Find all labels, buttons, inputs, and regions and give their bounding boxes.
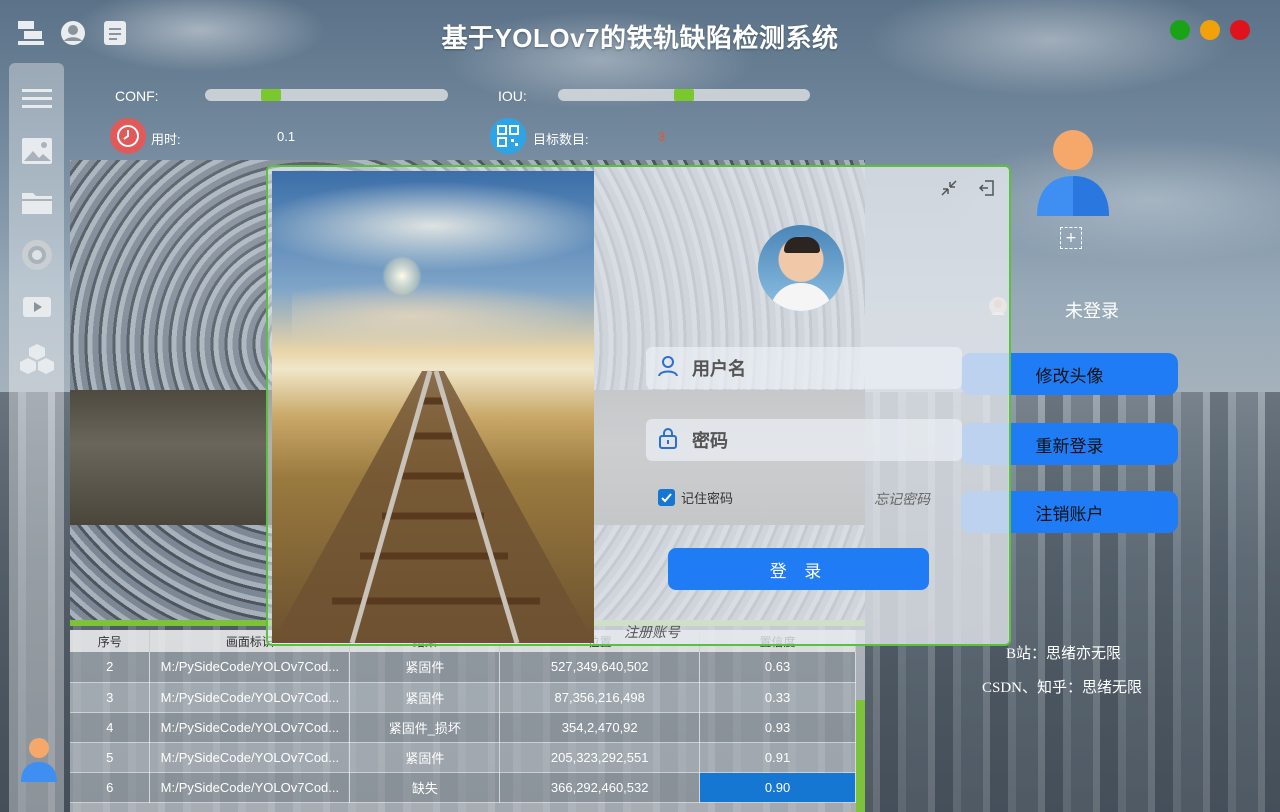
remember-password[interactable]: 记住密码 [658,488,733,507]
table-cell: M:/PySideCode/YOLOv7Cod... [149,712,351,743]
username-field[interactable]: 用户名 [646,347,962,389]
menu-icon[interactable] [9,73,64,125]
table-cell: 205,323,292,551 [499,742,701,773]
username-placeholder: 用户名 [692,359,746,379]
table-cell: 3 [70,682,151,713]
table-cell: 缺失 [349,772,501,803]
qr-code-icon [490,118,526,154]
table-cell-selected: 0.90 [699,772,856,803]
conf-label: CONF: [115,88,159,104]
table-row[interactable]: 2 M:/PySideCode/YOLOv7Cod... 紧固件 527,349… [70,652,856,683]
table-cell: M:/PySideCode/YOLOv7Cod... [149,772,351,803]
count-label: 目标数目: [533,132,589,147]
add-avatar-button[interactable]: + [1060,227,1082,249]
results-table: 序号 画面标识 结果 位置 置信度 2 M:/PySideCode/YOLOv7… [70,630,865,812]
shrink-icon[interactable] [940,179,960,199]
table-cell: 紧固件 [349,682,501,713]
table-cell: M:/PySideCode/YOLOv7Cod... [149,652,351,683]
iou-label: IOU: [498,88,527,104]
maximize-button[interactable] [1170,20,1190,40]
table-row[interactable]: 5 M:/PySideCode/YOLOv7Cod... 紧固件 205,323… [70,742,856,773]
window-controls [1170,20,1250,40]
credit-csdn: CSDN、知乎：思绪无限 [982,680,1143,696]
time-value: 0.1 [277,129,296,144]
table-cell: 87,356,216,498 [499,682,701,713]
table-cell: 2 [70,652,151,683]
folder-icon[interactable] [9,177,64,229]
cube-icon[interactable] [9,333,64,385]
image-icon[interactable] [9,125,64,177]
login-button[interactable]: 登 录 [668,548,929,590]
conf-slider-handle[interactable] [260,89,281,101]
close-button[interactable] [1230,20,1250,40]
minimize-button[interactable] [1200,20,1220,40]
table-cell: 4 [70,712,151,743]
iou-slider[interactable] [558,89,810,101]
table-scrollbar[interactable] [856,700,865,812]
video-icon[interactable] [9,281,64,333]
railway-photo [272,171,594,643]
clock-icon [110,118,146,154]
login-status: 未登录 [1065,301,1119,321]
table-cell: 紧固件 [349,652,501,683]
table-cell: 0.91 [699,742,856,773]
password-placeholder: 密码 [692,431,728,451]
table-row[interactable]: 6 M:/PySideCode/YOLOv7Cod... 缺失 366,292,… [70,772,856,803]
remember-label: 记住密码 [681,492,734,507]
login-form-panel: 用户名 密码 记住密码 忘记密码 登 录 注册账号 [594,167,1009,644]
table-cell: 0.33 [699,682,856,713]
table-cell: 5 [70,742,151,773]
table-cell: M:/PySideCode/YOLOv7Cod... [149,742,351,773]
table-cell: M:/PySideCode/YOLOv7Cod... [149,682,351,713]
table-cell: 527,349,640,502 [499,652,701,683]
user-icon [656,354,680,382]
table-cell: 紧固件 [349,742,501,773]
lock-icon [656,426,680,454]
credit-bilibili: B站：思绪亦无限 [1006,646,1122,662]
table-row[interactable]: 4 M:/PySideCode/YOLOv7Cod... 紧固件_损坏 354,… [70,712,856,743]
time-label: 用时: [151,132,181,147]
password-field[interactable]: 密码 [646,419,962,461]
conf-slider[interactable] [205,89,448,101]
table-cell: 354,2,470,92 [499,712,701,743]
table-cell: 366,292,460,532 [499,772,701,803]
table-cell: 0.63 [699,652,856,683]
table-cell: 6 [70,772,151,803]
app-title: 基于YOLOv7的铁轨缺陷检测系统 [441,23,839,53]
remember-checkbox[interactable] [658,489,675,506]
camera-icon[interactable] [9,229,64,281]
login-dialog: 用户名 密码 记住密码 忘记密码 登 录 注册账号 [266,165,1011,646]
user-avatar[interactable] [21,738,57,788]
forgot-password-link[interactable]: 忘记密码 [874,489,930,509]
table-row[interactable]: 3 M:/PySideCode/YOLOv7Cod... 紧固件 87,356,… [70,682,856,713]
profile-avatar [1037,130,1109,222]
sidebar [9,63,64,812]
exit-icon[interactable] [978,179,998,199]
login-avatar [758,225,844,311]
count-value: 3 [658,129,666,144]
table-cell: 紧固件_损坏 [349,712,501,743]
col-header[interactable]: 序号 [70,630,151,652]
register-link[interactable]: 注册账号 [624,622,680,642]
iou-slider-handle[interactable] [674,89,694,101]
table-cell: 0.93 [699,712,856,743]
